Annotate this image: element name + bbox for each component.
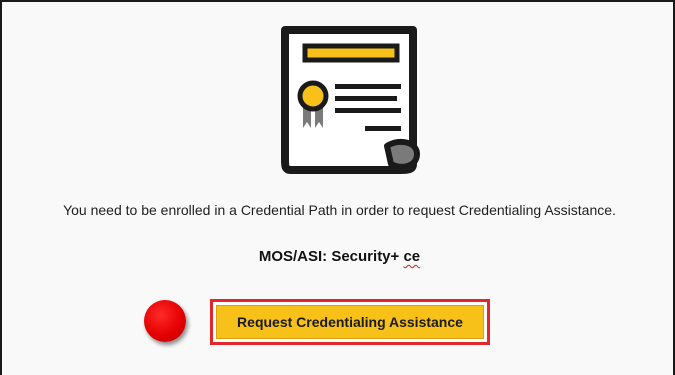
mos-asi-suffix: ce (403, 248, 421, 265)
credential-panel: You need to be enrolled in a Credential … (0, 0, 675, 375)
mos-asi-label: MOS/ASI: Security+ (258, 248, 400, 265)
request-credentialing-assistance-button[interactable]: Request Credentialing Assistance (210, 299, 490, 345)
red-dot-marker (144, 300, 186, 342)
mos-asi-line: MOS/ASI: Security+ ce (2, 248, 675, 265)
certificate-icon (281, 26, 420, 174)
enrollment-required-message: You need to be enrolled in a Credential … (63, 202, 616, 218)
request-button-label: Request Credentialing Assistance (216, 305, 484, 339)
